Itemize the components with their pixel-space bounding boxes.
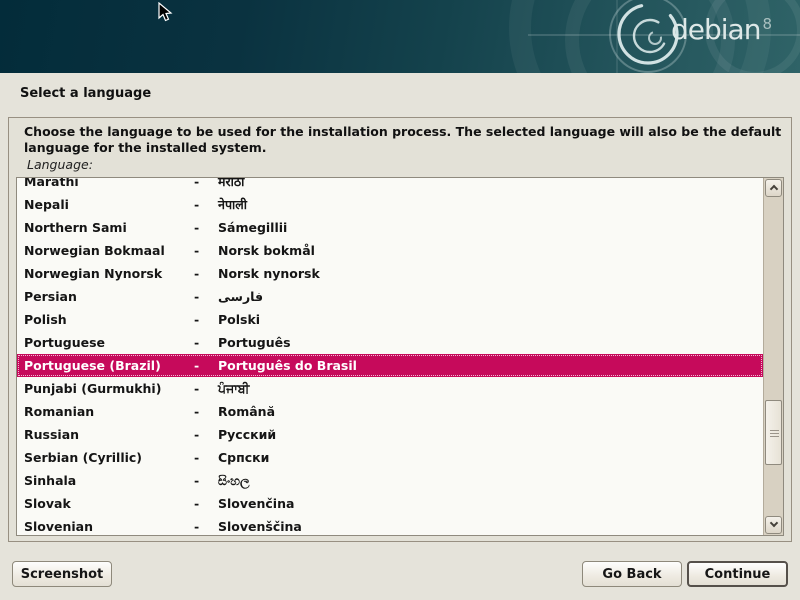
language-native-name: فارسی — [218, 289, 763, 304]
language-native-name: Português — [218, 335, 763, 350]
list-item[interactable]: Russian-Русский — [17, 423, 763, 446]
separator-dash: - — [194, 220, 218, 235]
language-native-name: Slovenščina — [218, 519, 763, 534]
scrollbar-thumb[interactable] — [765, 400, 782, 465]
language-native-name: नेपाली — [218, 196, 763, 213]
language-english-name: Marathi — [24, 178, 194, 189]
language-english-name: Slovenian — [24, 519, 194, 534]
list-item[interactable]: Northern Sami-Sámegillii — [17, 216, 763, 239]
language-native-name: සිංහල — [218, 473, 763, 489]
language-english-name: Russian — [24, 427, 194, 442]
go-back-button[interactable]: Go Back — [582, 561, 682, 587]
page-title: Select a language — [20, 86, 151, 101]
scrollbar-grip-icon — [770, 430, 779, 437]
separator-dash: - — [194, 289, 218, 304]
language-rows: Marathi-मराठीNepali-नेपालीNorthern Sami-… — [17, 178, 763, 535]
mouse-cursor-icon — [158, 2, 174, 24]
list-item[interactable]: Romanian-Română — [17, 400, 763, 423]
language-native-name: Norsk bokmål — [218, 243, 763, 258]
screenshot-button[interactable]: Screenshot — [12, 561, 112, 587]
language-native-name: Português do Brasil — [218, 358, 763, 373]
language-english-name: Norwegian Nynorsk — [24, 266, 194, 281]
scroll-down-button[interactable] — [765, 516, 782, 534]
list-item[interactable]: Persian-فارسی — [17, 285, 763, 308]
separator-dash: - — [194, 312, 218, 327]
instruction-text: Choose the language to be used for the i… — [24, 124, 782, 156]
language-native-name: Română — [218, 404, 763, 419]
list-item[interactable]: Serbian (Cyrillic)-Српски — [17, 446, 763, 469]
separator-dash: - — [194, 450, 218, 465]
separator-dash: - — [194, 178, 218, 189]
installer-banner: debian8 — [0, 0, 800, 73]
language-english-name: Persian — [24, 289, 194, 304]
language-english-name: Northern Sami — [24, 220, 194, 235]
separator-dash: - — [194, 243, 218, 258]
separator-dash: - — [194, 381, 218, 396]
list-item[interactable]: Portuguese-Português — [17, 331, 763, 354]
separator-dash: - — [194, 473, 218, 488]
language-english-name: Serbian (Cyrillic) — [24, 450, 194, 465]
language-english-name: Slovak — [24, 496, 194, 511]
separator-dash: - — [194, 197, 218, 212]
debian-version: 8 — [762, 15, 772, 33]
list-item[interactable]: Nepali-नेपाली — [17, 193, 763, 216]
separator-dash: - — [194, 496, 218, 511]
list-item[interactable]: Portuguese (Brazil)-Português do Brasil — [17, 354, 763, 377]
language-listbox: Marathi-मराठीNepali-नेपालीNorthern Sami-… — [16, 177, 784, 536]
language-native-name: मराठी — [218, 178, 763, 190]
debian-brand: debian8 — [671, 16, 772, 44]
chevron-up-icon — [770, 185, 778, 193]
language-english-name: Portuguese (Brazil) — [24, 358, 194, 373]
language-english-name: Nepali — [24, 197, 194, 212]
list-item[interactable]: Punjabi (Gurmukhi)-ਪੰਜਾਬੀ — [17, 377, 763, 400]
language-native-name: Slovenčina — [218, 496, 763, 511]
list-item[interactable]: Marathi-मराठी — [17, 178, 763, 193]
language-english-name: Sinhala — [24, 473, 194, 488]
vertical-scrollbar[interactable] — [763, 178, 783, 535]
list-item[interactable]: Slovenian-Slovenščina — [17, 515, 763, 535]
language-english-name: Norwegian Bokmaal — [24, 243, 194, 258]
scroll-up-button[interactable] — [765, 179, 782, 197]
language-english-name: Punjabi (Gurmukhi) — [24, 381, 194, 396]
language-english-name: Polish — [24, 312, 194, 327]
list-item[interactable]: Norwegian Nynorsk-Norsk nynorsk — [17, 262, 763, 285]
language-native-name: ਪੰਜਾਬੀ — [218, 381, 763, 397]
language-native-name: Norsk nynorsk — [218, 266, 763, 281]
language-rows-viewport: Marathi-मराठीNepali-नेपालीNorthern Sami-… — [17, 178, 763, 535]
separator-dash: - — [194, 427, 218, 442]
language-native-name: Српски — [218, 450, 763, 465]
separator-dash: - — [194, 266, 218, 281]
separator-dash: - — [194, 519, 218, 534]
language-native-name: Sámegillii — [218, 220, 763, 235]
list-item[interactable]: Sinhala-සිංහල — [17, 469, 763, 492]
separator-dash: - — [194, 358, 218, 373]
continue-button[interactable]: Continue — [687, 561, 788, 587]
separator-dash: - — [194, 404, 218, 419]
list-item[interactable]: Polish-Polski — [17, 308, 763, 331]
language-field-label: Language: — [27, 157, 93, 172]
list-item[interactable]: Slovak-Slovenčina — [17, 492, 763, 515]
language-english-name: Romanian — [24, 404, 194, 419]
separator-dash: - — [194, 335, 218, 350]
language-native-name: Polski — [218, 312, 763, 327]
list-item[interactable]: Norwegian Bokmaal-Norsk bokmål — [17, 239, 763, 262]
language-native-name: Русский — [218, 427, 763, 442]
language-english-name: Portuguese — [24, 335, 194, 350]
chevron-down-icon — [770, 519, 778, 527]
